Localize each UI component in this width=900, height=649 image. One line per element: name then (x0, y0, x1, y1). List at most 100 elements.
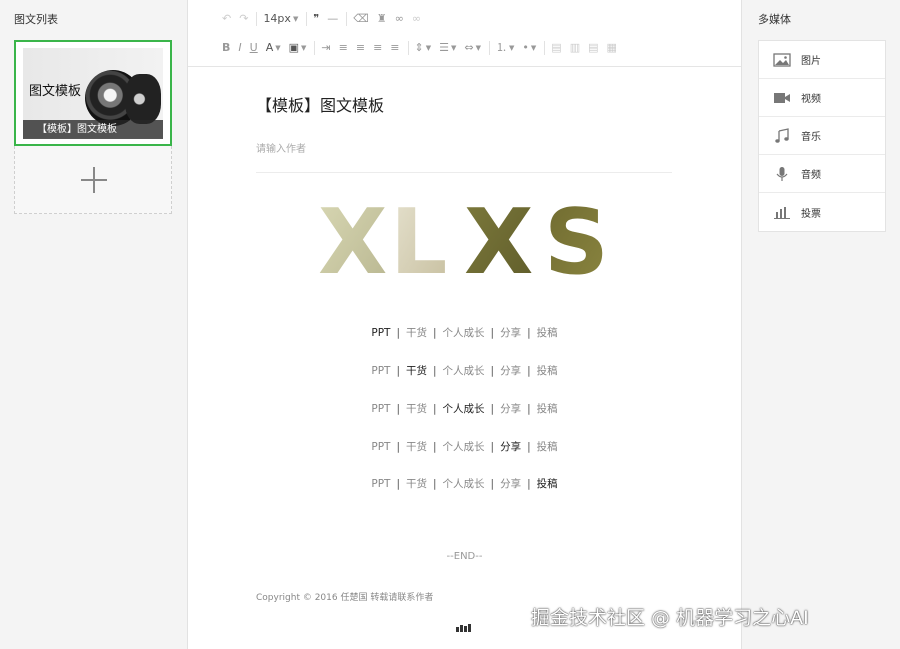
format-painter-icon[interactable]: ♜ (377, 9, 387, 29)
chevron-down-icon: ▼ (292, 15, 299, 23)
tag-item[interactable]: 分享 (500, 401, 521, 416)
redo-icon[interactable]: ↷ (239, 9, 248, 29)
tag-item[interactable]: 分享 (500, 476, 521, 491)
tag-separator: | (396, 478, 400, 490)
banner-letter-2: L (390, 195, 447, 287)
tag-item[interactable]: 个人成长 (443, 476, 485, 491)
tag-separator: | (432, 478, 437, 490)
tag-item[interactable]: 分享 (500, 439, 521, 454)
media-panel: 多媒体 图片 视频 音乐 音频 投票 (741, 0, 900, 649)
horizontal-rule-icon[interactable]: — (327, 9, 338, 29)
article-title[interactable]: 【模板】图文模板 (256, 92, 384, 116)
paragraph-spacing-icon[interactable]: ☰ ▼ (439, 38, 456, 58)
tag-separator: | (527, 327, 531, 339)
banner-letter-3: X (464, 195, 533, 287)
copyright-text: Copyright © 2016 任楚国 转载请联系作者 (256, 593, 434, 603)
media-item-vote[interactable]: 投票 (759, 193, 885, 231)
align-justify-icon[interactable]: ≡ (390, 38, 399, 58)
tag-separator: | (396, 365, 400, 377)
tag-item[interactable]: 分享 (500, 363, 521, 378)
tag-row: PPT | 干货 | 个人成长 | 分享 | 投稿 (188, 363, 741, 378)
tag-item[interactable]: 投稿 (537, 476, 558, 491)
tag-item[interactable]: PPT (371, 441, 390, 453)
title-divider (256, 172, 672, 173)
indent-icon[interactable]: ⇥ (321, 38, 330, 58)
clear-format-icon[interactable]: ⌫ (353, 9, 369, 29)
media-label: 图片 (801, 56, 821, 67)
camera-lens-shadow (125, 74, 161, 124)
tag-item[interactable]: PPT (371, 478, 390, 490)
tag-item[interactable]: 投稿 (537, 325, 558, 340)
tag-item[interactable]: 干货 (406, 439, 427, 454)
letter-spacing-icon[interactable]: ⇔ ▼ (464, 38, 481, 58)
blockquote-icon[interactable]: ❞ (313, 9, 319, 29)
tag-item[interactable]: 分享 (500, 325, 521, 340)
unordered-list-icon[interactable]: • ▼ (522, 38, 536, 58)
author-input[interactable]: 请输入作者 (256, 140, 306, 155)
tag-item[interactable]: 干货 (406, 325, 427, 340)
tag-item[interactable]: 干货 (406, 476, 427, 491)
tag-item[interactable]: PPT (371, 365, 390, 377)
tag-item[interactable]: 投稿 (537, 401, 558, 416)
tag-row: PPT | 干货 | 个人成长 | 分享 | 投稿 (188, 325, 741, 340)
image-icon (773, 52, 791, 67)
media-item-image[interactable]: 图片 (759, 41, 885, 79)
article-card-selected[interactable]: 图文模板 【模板】图文模板 (14, 40, 172, 146)
line-height-icon[interactable]: ⇕ ▼ (415, 38, 432, 58)
media-item-audio[interactable]: 音频 (759, 155, 885, 193)
tag-separator: | (396, 441, 400, 453)
tag-separator: | (527, 365, 531, 377)
image-center-icon[interactable]: ▦ (607, 38, 617, 58)
tag-separator: | (490, 365, 495, 377)
tag-separator: | (527, 441, 531, 453)
align-left-icon[interactable]: ≡ (339, 38, 348, 58)
media-label: 音频 (801, 170, 821, 181)
image-float-none-icon[interactable]: ▥ (570, 38, 580, 58)
background-color-icon[interactable]: ▣ ▼ (289, 38, 307, 58)
unlink-icon[interactable]: ∞ (412, 9, 421, 29)
tag-row: PPT | 干货 | 个人成长 | 分享 | 投稿 (188, 439, 741, 454)
banner-letter-4: S (544, 195, 609, 287)
tag-separator: | (396, 327, 400, 339)
video-icon (774, 92, 790, 103)
tag-item[interactable]: 干货 (406, 401, 427, 416)
tag-separator: | (527, 403, 531, 415)
tag-separator: | (490, 441, 495, 453)
toolbar-row-1: ↶ ↷ 14px ▼ ❞ — ⌫ ♜ ∞ ∞ (222, 9, 429, 29)
font-size-value: 14px (263, 12, 291, 25)
underline-icon[interactable]: U (250, 38, 258, 58)
align-right-icon[interactable]: ≡ (373, 38, 382, 58)
tag-separator: | (490, 403, 495, 415)
align-center-icon[interactable]: ≡ (356, 38, 365, 58)
tag-item[interactable]: 投稿 (537, 363, 558, 378)
font-color-icon[interactable]: A ▼ (266, 38, 281, 58)
tag-separator: | (396, 403, 400, 415)
font-size-select[interactable]: 14px ▼ (263, 9, 298, 29)
ordered-list-icon[interactable]: ⒈ ▼ (496, 38, 514, 58)
tag-item[interactable]: 投稿 (537, 439, 558, 454)
tag-item[interactable]: 个人成长 (443, 363, 485, 378)
bold-icon[interactable]: B (222, 38, 230, 58)
media-label: 音乐 (801, 132, 821, 143)
italic-icon[interactable]: I (238, 38, 241, 58)
tag-item[interactable]: PPT (371, 403, 390, 415)
vote-chart-icon (774, 207, 790, 219)
tag-item[interactable]: 干货 (406, 363, 427, 378)
tag-item[interactable]: 个人成长 (443, 325, 485, 340)
image-float-right-icon[interactable]: ▤ (588, 38, 598, 58)
media-item-video[interactable]: 视频 (759, 79, 885, 117)
tag-item[interactable]: 个人成长 (443, 401, 485, 416)
add-article-button[interactable] (14, 146, 172, 214)
media-item-music[interactable]: 音乐 (759, 117, 885, 155)
toolbar-row-2: B I U A ▼ ▣ ▼ ⇥ ≡ ≡ ≡ ≡ ⇕ ▼ ☰ ▼ ⇔ ▼ ⒈ ▼ • ▼ ▤ ▥… (222, 38, 625, 58)
link-icon[interactable]: ∞ (395, 9, 404, 29)
tag-separator: | (432, 327, 437, 339)
xlxs-banner-image: X L X S (318, 195, 609, 287)
editor-toolbar: ↶ ↷ 14px ▼ ❞ — ⌫ ♜ ∞ ∞ B I U A ▼ ▣ ▼ ⇥ ≡ ≡ … (188, 0, 741, 67)
tag-item[interactable]: PPT (371, 327, 390, 339)
media-list: 图片 视频 音乐 音频 投票 (758, 40, 886, 232)
undo-icon[interactable]: ↶ (222, 9, 231, 29)
tag-item[interactable]: 个人成长 (443, 439, 485, 454)
image-float-left-icon[interactable]: ▤ (551, 38, 561, 58)
article-list-panel: 图文列表 图文模板 【模板】图文模板 (0, 0, 188, 649)
